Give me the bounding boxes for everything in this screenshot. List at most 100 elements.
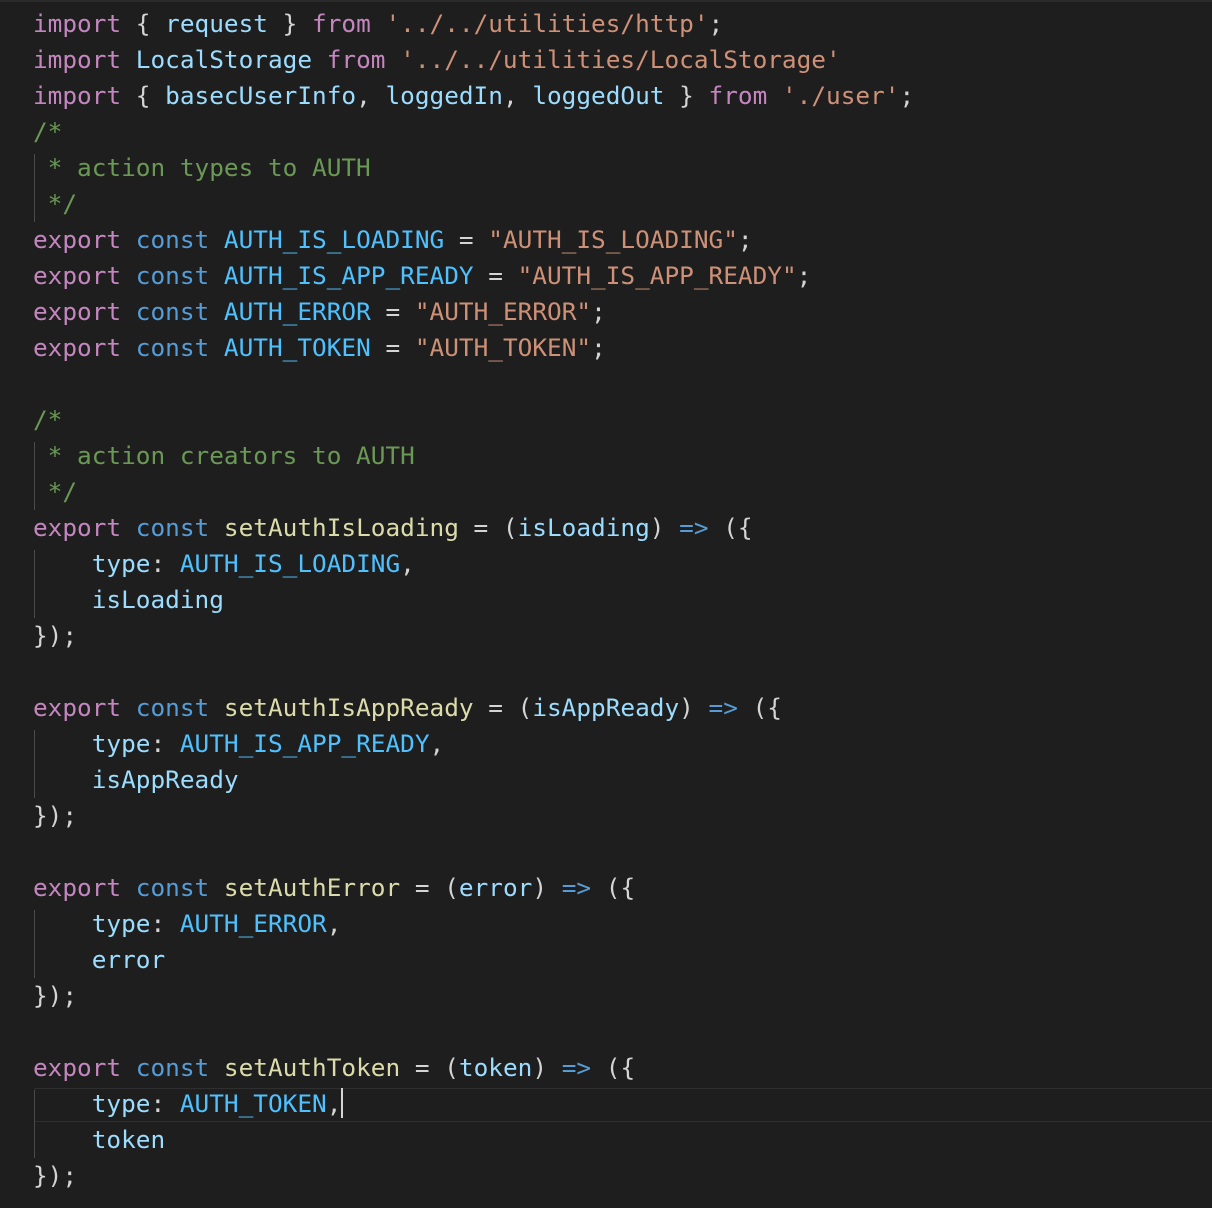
code-token-string: '../../utilities/http' <box>385 9 709 38</box>
code-token-storage: const <box>135 225 210 254</box>
code-line[interactable]: export const setAuthToken = (token) => (… <box>33 1050 914 1086</box>
code-token-punct: { <box>121 81 166 110</box>
code-token-punct: , <box>326 1089 342 1118</box>
code-line[interactable]: token <box>33 1122 914 1158</box>
code-content[interactable]: import { request } from '../../utilities… <box>33 6 914 1194</box>
code-token-comment: * action creators to AUTH <box>33 441 415 470</box>
code-line[interactable] <box>33 654 914 690</box>
code-line[interactable]: import { basecUserInfo, loggedIn, logged… <box>33 78 914 114</box>
code-token-keyword: import <box>33 9 122 38</box>
code-line[interactable]: export const setAuthIsLoading = (isLoadi… <box>33 510 914 546</box>
code-token-punct: ({ <box>708 513 753 542</box>
code-line[interactable]: import LocalStorage from '../../utilitie… <box>33 42 914 78</box>
code-token-punct: }); <box>33 1161 78 1190</box>
code-token-punct: ({ <box>737 693 782 722</box>
code-token-punct: ({ <box>591 873 636 902</box>
code-token-variable: type <box>91 729 151 758</box>
code-token-comment: */ <box>33 477 78 506</box>
code-line[interactable]: export const setAuthIsAppReady = (isAppR… <box>33 690 914 726</box>
code-token-comment: /* <box>33 117 63 146</box>
code-token-punct: = <box>370 333 415 362</box>
code-token-keyword: export <box>33 873 122 902</box>
code-line[interactable]: }); <box>33 978 914 1014</box>
code-token-punct: ; <box>899 81 915 110</box>
code-line[interactable] <box>33 834 914 870</box>
code-token-function: setAuthToken <box>223 1053 401 1082</box>
code-line[interactable]: export const AUTH_IS_APP_READY = "AUTH_I… <box>33 258 914 294</box>
code-line[interactable]: type: AUTH_TOKEN, <box>33 1086 914 1122</box>
code-line[interactable]: */ <box>33 186 914 222</box>
text-cursor <box>341 1088 344 1118</box>
code-token-storage: const <box>135 513 210 542</box>
code-line[interactable]: /* <box>33 114 914 150</box>
code-token-punct: = ( <box>400 1053 459 1082</box>
code-token-constant: AUTH_TOKEN <box>223 333 371 362</box>
code-token-variable: type <box>91 909 151 938</box>
code-line[interactable]: /* <box>33 402 914 438</box>
code-token-function: setAuthIsAppReady <box>223 693 474 722</box>
code-token-variable: LocalStorage <box>135 45 313 74</box>
code-line[interactable]: }); <box>33 618 914 654</box>
code-token-keyword: from <box>326 45 386 74</box>
code-line[interactable]: error <box>33 942 914 978</box>
code-line[interactable]: */ <box>33 474 914 510</box>
code-token-punct: ; <box>737 225 753 254</box>
code-token-punct: } <box>664 81 709 110</box>
code-token-storage: const <box>135 873 210 902</box>
code-token-constant: AUTH_IS_APP_READY <box>223 261 474 290</box>
code-line[interactable]: isLoading <box>33 582 914 618</box>
code-token-storage: const <box>135 333 210 362</box>
code-token-punct: , <box>502 81 533 110</box>
code-token-keyword: from <box>312 9 371 38</box>
code-token-punct: ) <box>679 693 709 722</box>
code-token-punct: = ( <box>400 873 459 902</box>
code-token-punct: ; <box>796 261 812 290</box>
code-token-punct: : <box>150 1089 180 1118</box>
code-line[interactable]: type: AUTH_IS_APP_READY, <box>33 726 914 762</box>
code-token-string: "AUTH_IS_LOADING" <box>488 225 738 254</box>
code-token-punct: , <box>400 549 415 578</box>
code-token-punct: : <box>150 909 180 938</box>
code-token-punct: , <box>326 909 342 938</box>
code-token-keyword: export <box>33 513 122 542</box>
code-line[interactable]: export const setAuthError = (error) => (… <box>33 870 914 906</box>
code-line[interactable]: }); <box>33 1158 914 1194</box>
code-line[interactable]: type: AUTH_IS_LOADING, <box>33 546 914 582</box>
code-line[interactable]: export const AUTH_ERROR = "AUTH_ERROR"; <box>33 294 914 330</box>
code-token-variable: isLoading <box>91 585 224 614</box>
code-token-constant: AUTH_IS_LOADING <box>223 225 445 254</box>
code-line[interactable]: * action creators to AUTH <box>33 438 914 474</box>
code-token-punct: }); <box>33 981 78 1010</box>
code-token-variable: request <box>165 9 268 38</box>
code-editor[interactable]: import { request } from '../../utilities… <box>0 0 1212 1208</box>
code-token-punct: = ( <box>473 693 533 722</box>
code-token-variable: error <box>458 873 533 902</box>
code-line[interactable]: isAppReady <box>33 762 914 798</box>
code-line[interactable]: type: AUTH_ERROR, <box>33 906 914 942</box>
code-line[interactable]: import { request } from '../../utilities… <box>33 6 914 42</box>
code-line[interactable]: export const AUTH_IS_LOADING = "AUTH_IS_… <box>33 222 914 258</box>
code-token-punct: = ( <box>458 513 518 542</box>
code-token-string: "AUTH_IS_APP_READY" <box>517 261 797 290</box>
code-token-variable: token <box>458 1053 533 1082</box>
code-token-punct: { <box>121 9 166 38</box>
code-token-variable: isAppReady <box>91 765 239 794</box>
code-line[interactable]: }); <box>33 798 914 834</box>
code-line[interactable] <box>33 1014 914 1050</box>
code-line[interactable]: * action types to AUTH <box>33 150 914 186</box>
code-token-keyword: import <box>33 81 122 110</box>
code-line[interactable]: export const AUTH_TOKEN = "AUTH_TOKEN"; <box>33 330 914 366</box>
code-line[interactable] <box>33 366 914 402</box>
